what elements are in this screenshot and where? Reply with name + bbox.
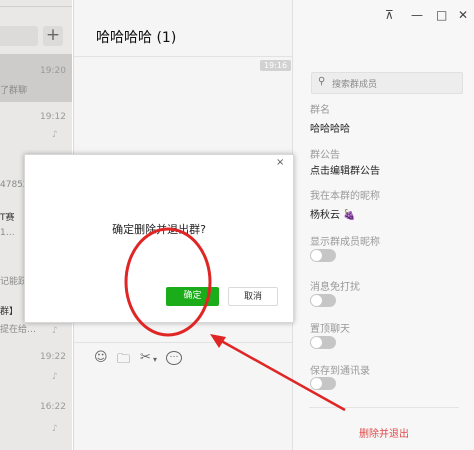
- group-name-label: 群名: [310, 105, 330, 116]
- pin-label: 置顶聊天: [310, 324, 350, 335]
- toggle-knob: [311, 378, 322, 389]
- close-icon[interactable]: ✕: [458, 8, 468, 22]
- grape-icon: 🍇: [343, 210, 356, 221]
- save-contacts-label: 保存到通讯录: [310, 366, 370, 377]
- session-time: 19:20: [40, 66, 66, 76]
- pin-toggle[interactable]: [310, 336, 336, 349]
- group-info-panel: ⊼ — □ ✕ ⚲ 搜索群成员 群名 哈哈哈哈 群公告 点击编辑群公告 我在本群…: [292, 0, 474, 450]
- top-strip: [0, 0, 72, 7]
- notice-value[interactable]: 点击编辑群公告: [310, 162, 380, 177]
- start-group-chat-button[interactable]: +: [43, 26, 63, 46]
- toggle-knob: [311, 250, 322, 261]
- session-preview: 了群聊: [0, 86, 28, 96]
- mute-bell-icon: ♪: [52, 130, 58, 140]
- delete-and-exit-button[interactable]: 删除并退出: [359, 425, 409, 440]
- maximize-icon[interactable]: □: [436, 8, 447, 22]
- save-contacts-toggle[interactable]: [310, 377, 336, 390]
- chat-title: 哈哈哈哈 (1): [96, 30, 177, 46]
- member-search-input[interactable]: ⚲ 搜索群成员: [311, 72, 463, 94]
- session-time: 16:22: [40, 402, 66, 412]
- mute-toggle[interactable]: [310, 294, 336, 307]
- chat-history-icon[interactable]: …: [166, 351, 182, 365]
- panel-divider: [309, 407, 459, 408]
- pin-window-icon[interactable]: ⊼: [385, 8, 394, 22]
- minimize-icon[interactable]: —: [411, 8, 423, 22]
- nickname-value[interactable]: 杨秋云 🍇: [310, 206, 356, 221]
- mute-bell-icon: ♪: [52, 372, 58, 382]
- mute-bell-icon: ♪: [52, 424, 58, 434]
- session-title: T赛: [0, 213, 15, 223]
- input-divider: [74, 342, 292, 343]
- toggle-knob: [311, 337, 322, 348]
- session-preview: 记能跃: [0, 277, 28, 287]
- group-name-value[interactable]: 哈哈哈哈: [310, 120, 350, 135]
- session-search-input[interactable]: [0, 26, 38, 46]
- member-search-placeholder: 搜索群成员: [332, 80, 378, 90]
- screenshot-options-icon[interactable]: ▾: [153, 355, 157, 364]
- confirm-button[interactable]: 确定: [166, 287, 219, 306]
- cancel-button[interactable]: 取消: [228, 287, 278, 306]
- session-title: 群】: [0, 307, 19, 317]
- dialog-message: 确定删除并退出群?: [112, 223, 206, 236]
- nickname-label: 我在本群的昵称: [310, 191, 380, 202]
- search-icon: ⚲: [318, 76, 326, 87]
- confirm-dialog: × 确定删除并退出群? 确定 取消: [24, 154, 294, 323]
- emoji-icon[interactable]: ☺: [94, 350, 108, 365]
- mute-bell-icon: ♪: [52, 326, 58, 336]
- session-time: 19:22: [40, 352, 66, 362]
- session-preview: 1…: [0, 228, 15, 238]
- show-nick-label: 显示群成员昵称: [310, 237, 380, 248]
- show-nick-toggle[interactable]: [310, 249, 336, 262]
- mute-label: 消息免打扰: [310, 282, 360, 293]
- nickname-text: 杨秋云: [310, 210, 340, 221]
- session-time: 19:12: [40, 112, 66, 122]
- message-timestamp: 19:16: [260, 60, 292, 71]
- folder-icon[interactable]: 🗀: [117, 350, 130, 372]
- chat-header-divider: [74, 56, 292, 57]
- dialog-close-icon[interactable]: ×: [276, 157, 284, 168]
- toggle-knob: [311, 295, 322, 306]
- scissors-icon[interactable]: ✂: [140, 350, 151, 365]
- session-preview: 提在给…: [0, 325, 37, 335]
- notice-label: 群公告: [310, 150, 340, 161]
